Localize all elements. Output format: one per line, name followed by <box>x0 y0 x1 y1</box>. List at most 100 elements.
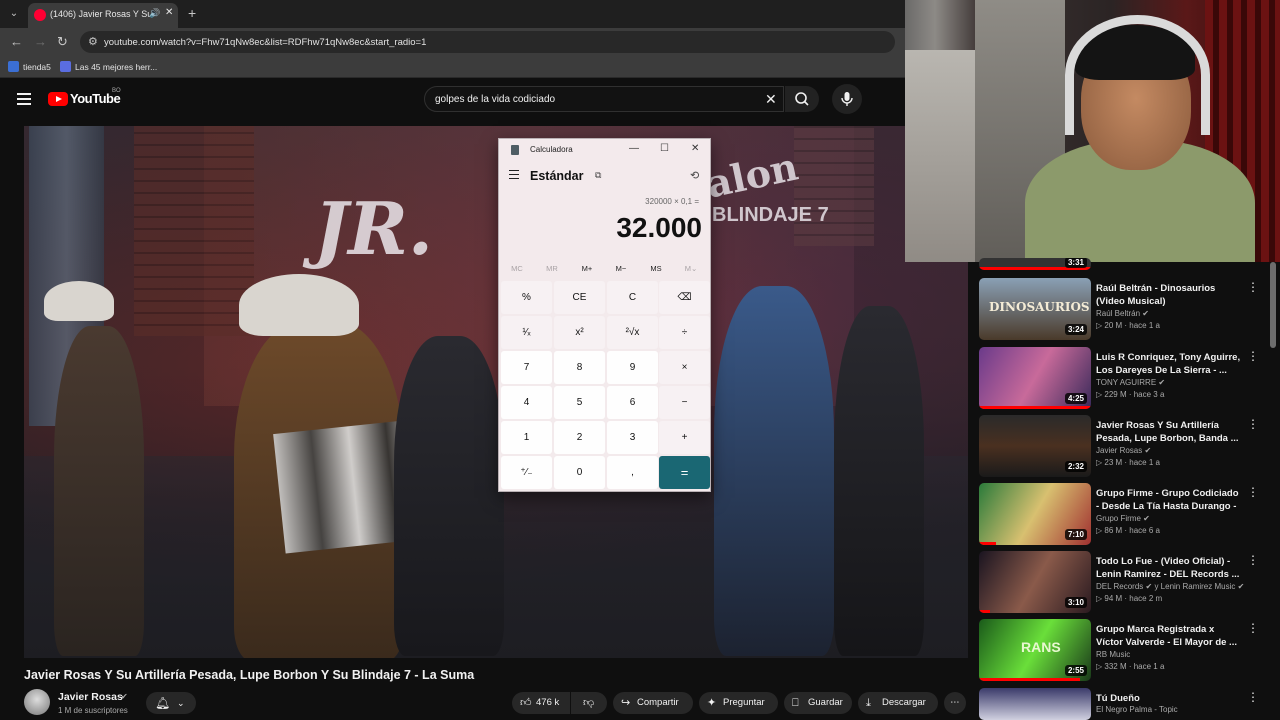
memory-store-button[interactable]: MS <box>641 264 671 273</box>
more-actions-button[interactable]: ⋯ <box>944 692 966 714</box>
calculator-menu-icon[interactable] <box>509 170 519 182</box>
sidebar-scrollbar[interactable] <box>1270 262 1276 348</box>
recommendation-item[interactable]: 3:31 <box>979 258 1269 270</box>
history-icon[interactable]: ⟲ <box>690 169 699 182</box>
bookmark-item[interactable]: tienda5 <box>8 61 51 72</box>
search-input[interactable]: golpes de la vida codiciado ✕ <box>424 86 784 112</box>
share-button[interactable]: ↪ Compartir <box>613 692 693 714</box>
digit-4-key[interactable]: 4 <box>501 386 552 419</box>
notifications-button[interactable]: 🔔︎ ⌄ <box>146 692 196 714</box>
recommendation-channel[interactable]: TONY AGUIRRE ✔ <box>1096 378 1165 387</box>
bookmark-item[interactable]: Las 45 mejores herr... <box>60 61 157 72</box>
menu-icon[interactable] <box>17 93 31 108</box>
digit-8-key[interactable]: 8 <box>554 351 605 384</box>
recommendation-item[interactable]: DINOSAURIOS 3:24 Raúl Beltrán - Dinosaur… <box>979 278 1269 340</box>
voice-search-button[interactable] <box>832 84 862 114</box>
recommendation-item[interactable]: RANS 2:55 Grupo Marca Registrada x Vícto… <box>979 619 1269 681</box>
like-button[interactable]: 👍︎ 476 k <box>512 692 570 714</box>
video-thumbnail[interactable]: DINOSAURIOS 3:24 <box>979 278 1091 340</box>
recommendation-title[interactable]: Luis R Conriquez, Tony Aguirre, Los Dare… <box>1096 351 1241 377</box>
reciprocal-key[interactable]: ¹⁄ₓ <box>501 316 552 349</box>
minimize-icon[interactable]: — <box>629 143 639 154</box>
digit-1-key[interactable]: 1 <box>501 421 552 454</box>
more-icon[interactable]: ⋮ <box>1247 485 1260 499</box>
video-thumbnail[interactable]: 2:32 <box>979 415 1091 477</box>
download-button[interactable]: ⤓ Descargar <box>858 692 938 714</box>
save-button[interactable]: ⎕ Guardar <box>784 692 852 714</box>
keep-on-top-icon[interactable]: ⧉ <box>595 170 601 181</box>
add-key[interactable]: + <box>659 421 710 454</box>
recommendation-title[interactable]: Tú Dueño <box>1096 692 1241 705</box>
video-thumbnail[interactable]: 4:25 <box>979 347 1091 409</box>
url-bar[interactable]: ⚙ youtube.com/watch?v=Fhw71qNw8ec&list=R… <box>80 31 895 53</box>
backspace-key[interactable]: ⌫ <box>659 281 710 314</box>
digit-5-key[interactable]: 5 <box>554 386 605 419</box>
video-thumbnail[interactable]: 3:10 <box>979 551 1091 613</box>
negate-key[interactable]: ⁺⁄₋ <box>501 456 552 489</box>
video-thumbnail[interactable]: 7:10 <box>979 483 1091 545</box>
dislike-button[interactable]: 👎︎ <box>571 692 607 714</box>
more-icon[interactable]: ⋮ <box>1247 553 1260 567</box>
recommendation-title[interactable]: Javier Rosas Y Su Artillería Pesada, Lup… <box>1096 419 1241 445</box>
recommendation-title[interactable]: Grupo Marca Registrada x Víctor Valverde… <box>1096 623 1241 649</box>
close-window-icon[interactable]: ✕ <box>691 143 699 154</box>
site-info-icon[interactable]: ⚙ <box>88 35 98 48</box>
youtube-logo-icon[interactable] <box>48 92 68 106</box>
channel-name[interactable]: Javier Rosas <box>58 691 123 703</box>
recommendation-channel[interactable]: El Negro Palma - Topic <box>1096 705 1178 714</box>
recommendation-channel[interactable]: DEL Records ✔ y Lenin Ramirez Music ✔ <box>1096 582 1244 591</box>
more-icon[interactable]: ⋮ <box>1247 621 1260 635</box>
recommendation-channel[interactable]: Javier Rosas ✔ <box>1096 446 1151 455</box>
decimal-key[interactable]: , <box>607 456 658 489</box>
video-player[interactable]: JR. Galon BLINDAJE 7 <box>24 126 968 658</box>
multiply-key[interactable]: × <box>659 351 710 384</box>
recommendation-title[interactable]: Grupo Firme - Grupo Codiciado - Desde La… <box>1096 487 1241 513</box>
recommendation-channel[interactable]: RB Music <box>1096 650 1130 659</box>
recommendation-item[interactable]: 7:10 Grupo Firme - Grupo Codiciado - Des… <box>979 483 1269 545</box>
memory-clear-button[interactable]: MC <box>502 264 532 273</box>
square-key[interactable]: x² <box>554 316 605 349</box>
new-tab-icon[interactable]: + <box>188 5 196 21</box>
divide-key[interactable]: ÷ <box>659 316 710 349</box>
avatar[interactable] <box>24 689 50 715</box>
reload-icon[interactable]: ↻ <box>57 34 68 50</box>
close-tab-icon[interactable]: ✕ <box>165 7 173 18</box>
clear-entry-key[interactable]: CE <box>554 281 605 314</box>
tab-search-button[interactable]: ⌄ <box>6 6 22 22</box>
memory-recall-button[interactable]: MR <box>537 264 567 273</box>
search-button[interactable] <box>785 86 819 112</box>
memory-add-button[interactable]: M+ <box>572 264 602 273</box>
digit-0-key[interactable]: 0 <box>554 456 605 489</box>
square-root-key[interactable]: ²√x <box>607 316 658 349</box>
browser-tab-active[interactable]: (1406) Javier Rosas Y Su Artilleria 🔊 ✕ <box>28 3 178 28</box>
memory-list-button[interactable]: M⌄ <box>676 264 706 273</box>
more-icon[interactable]: ⋮ <box>1247 349 1260 363</box>
clear-search-icon[interactable]: ✕ <box>765 91 777 108</box>
clear-key[interactable]: C <box>607 281 658 314</box>
digit-9-key[interactable]: 9 <box>607 351 658 384</box>
calculator-window[interactable]: Calculadora — ☐ ✕ Estándar ⧉ ⟲ 320000 × … <box>498 138 711 492</box>
recommendation-item[interactable]: 3:10 Todo Lo Fue - (Video Oficial) - Len… <box>979 551 1269 613</box>
equals-key[interactable]: = <box>659 456 710 489</box>
more-icon[interactable]: ⋮ <box>1247 417 1260 431</box>
recommendation-channel[interactable]: Grupo Firme ✔ <box>1096 514 1150 523</box>
digit-2-key[interactable]: 2 <box>554 421 605 454</box>
video-thumbnail[interactable]: RANS 2:55 <box>979 619 1091 681</box>
more-icon[interactable]: ⋮ <box>1247 690 1260 704</box>
digit-3-key[interactable]: 3 <box>607 421 658 454</box>
video-thumbnail[interactable] <box>979 688 1091 720</box>
recommendation-item[interactable]: 4:25 Luis R Conriquez, Tony Aguirre, Los… <box>979 347 1269 409</box>
digit-6-key[interactable]: 6 <box>607 386 658 419</box>
calculator-titlebar[interactable]: Calculadora — ☐ ✕ <box>499 139 710 161</box>
recommendation-channel[interactable]: Raúl Beltrán ✔ <box>1096 309 1149 318</box>
subtract-key[interactable]: − <box>659 386 710 419</box>
percent-key[interactable]: % <box>501 281 552 314</box>
recommendation-title[interactable]: Raúl Beltrán - Dinosaurios (Video Musica… <box>1096 282 1241 308</box>
digit-7-key[interactable]: 7 <box>501 351 552 384</box>
recommendation-title[interactable]: Todo Lo Fue - (Video Oficial) - Lenin Ra… <box>1096 555 1241 581</box>
speaker-icon[interactable]: 🔊 <box>149 8 160 19</box>
recommendation-item[interactable]: Tú Dueño El Negro Palma - Topic ⋮ <box>979 688 1269 720</box>
more-icon[interactable]: ⋮ <box>1247 280 1260 294</box>
forward-icon[interactable]: → <box>34 34 47 49</box>
recommendation-item[interactable]: 2:32 Javier Rosas Y Su Artillería Pesada… <box>979 415 1269 477</box>
